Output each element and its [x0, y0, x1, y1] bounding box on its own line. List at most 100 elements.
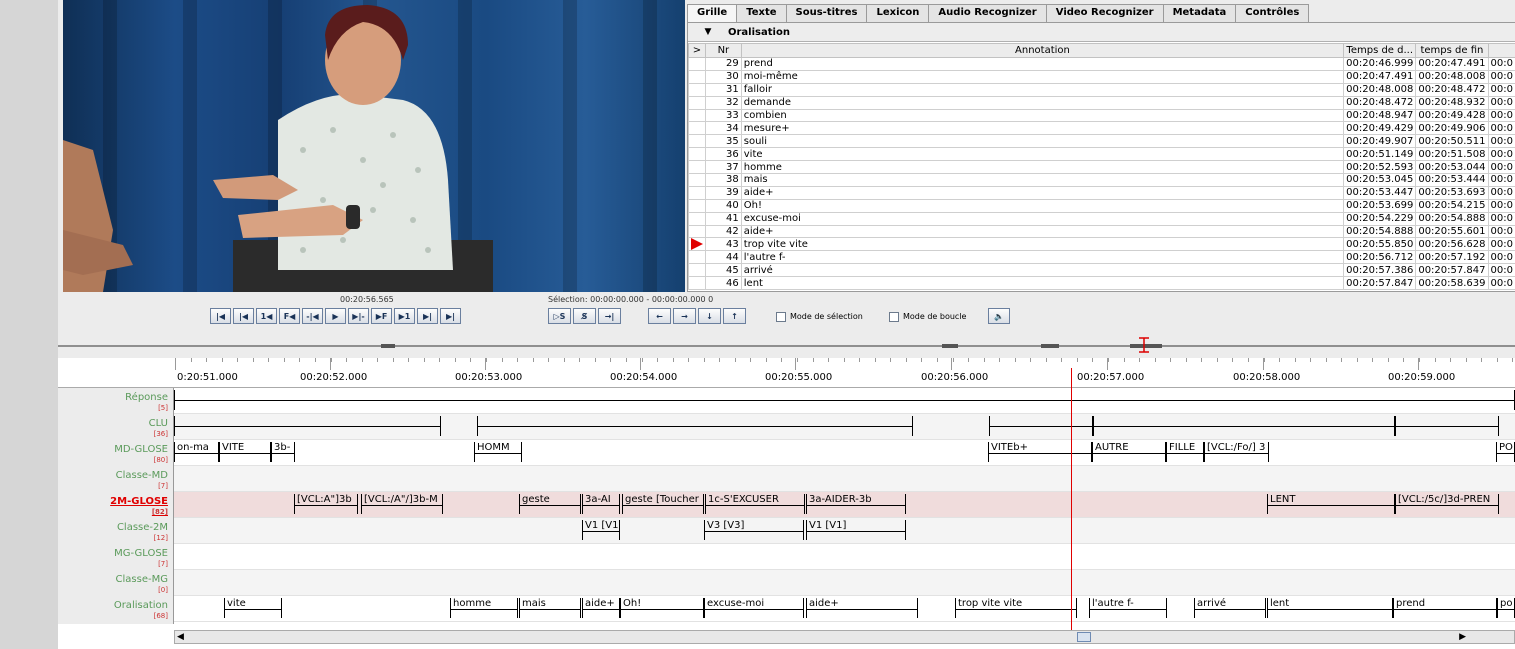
annotation-segment[interactable]: lent: [1267, 598, 1393, 618]
annotation-segment[interactable]: [VCL:/5c/]3d-PREN: [1395, 494, 1499, 514]
tier-row-classe-md[interactable]: [174, 466, 1515, 492]
annotation-segment[interactable]: [174, 390, 1515, 410]
tab-audio-recognizer[interactable]: Audio Recognizer: [928, 4, 1047, 22]
back-1s-button[interactable]: 1◀: [256, 308, 277, 324]
table-row[interactable]: 33 combien 00:20:48.947 00:20:49.428 00:0: [688, 108, 1515, 123]
annotation-segment[interactable]: [989, 416, 1093, 436]
tier-row-classe-mg[interactable]: [174, 570, 1515, 596]
annotation-segment[interactable]: [1093, 416, 1395, 436]
annotation-segment[interactable]: mais: [519, 598, 581, 618]
scroll-thumb[interactable]: [1077, 632, 1091, 642]
clear-selection-button[interactable]: S̸: [573, 308, 596, 324]
table-row[interactable]: 38 mais 00:20:53.045 00:20:53.444 00:0: [688, 173, 1515, 187]
table-row[interactable]: 34 mesure+ 00:20:49.429 00:20:49.906 00:0: [688, 121, 1515, 136]
scroll-right-icon[interactable]: ▶: [1459, 632, 1466, 642]
tier-row-md-glose[interactable]: on-ma VITE 3b- HOMM VITEb+ AUTRE FILLE [VCL:/Fo…: [174, 440, 1515, 466]
annotation-segment[interactable]: VITE: [219, 442, 271, 462]
tier-row-oralisation[interactable]: vite homme mais aide+ Oh! excuse-moi aide+ trop…: [174, 596, 1515, 622]
tab-controles[interactable]: Contrôles: [1235, 4, 1310, 22]
tier-selector[interactable]: ▼ Oralisation: [688, 23, 1515, 42]
previous-frame-button[interactable]: |◀: [233, 308, 254, 324]
annotation-segment[interactable]: arrivé: [1194, 598, 1266, 618]
mode-boucle-checkbox[interactable]: [889, 312, 899, 322]
table-row[interactable]: 44 l'autre f- 00:20:56.712 00:20:57.192 00:0: [688, 250, 1515, 265]
volume-icon[interactable]: 🔈: [988, 308, 1010, 324]
annotation-segment[interactable]: geste: [519, 494, 581, 514]
play-button[interactable]: ▶: [325, 308, 346, 324]
tab-lexicon[interactable]: Lexicon: [866, 4, 930, 22]
tab-grille[interactable]: Grille: [687, 4, 738, 23]
selection-end-button[interactable]: →|: [598, 308, 621, 324]
tab-metadata[interactable]: Metadata: [1162, 4, 1237, 22]
playhead-marker-icon[interactable]: [1137, 337, 1151, 353]
timeline-overview[interactable]: [58, 334, 1515, 356]
annotation-segment[interactable]: [VCL:/Fo/] 3: [1204, 442, 1269, 462]
go-to-begin-button[interactable]: |◀: [210, 308, 231, 324]
tier-row-classe-2m[interactable]: V1 [V1 V3 [V3] V1 [V1]: [174, 518, 1515, 544]
table-row[interactable]: 45 arrivé 00:20:57.386 00:20:57.847 00:0: [688, 263, 1515, 278]
annotation-segment[interactable]: 3a-AIDER-3b: [806, 494, 906, 514]
tab-video-recognizer[interactable]: Video Recognizer: [1045, 4, 1164, 22]
col-end[interactable]: temps de fin: [1415, 43, 1489, 58]
table-row[interactable]: 35 souli 00:20:49.907 00:20:50.511 00:0: [688, 134, 1515, 149]
annotation-segment[interactable]: vite: [224, 598, 282, 618]
scroll-left-icon[interactable]: ◀: [177, 632, 184, 642]
tier-name-classe-md[interactable]: Classe-MD [7]: [116, 470, 168, 492]
annotation-segment[interactable]: Oh!: [620, 598, 704, 618]
previous-pixel-button[interactable]: -|◀: [302, 308, 323, 324]
annotation-segment[interactable]: PO: [1496, 442, 1515, 462]
tier-row-mg-glose[interactable]: [174, 544, 1515, 570]
annotation-segment[interactable]: [1395, 416, 1499, 436]
table-row[interactable]: 41 excuse-moi 00:20:54.229 00:20:54.888 00:0: [688, 211, 1515, 226]
horizontal-scrollbar[interactable]: ◀ ▶: [174, 630, 1515, 644]
annotation-segment[interactable]: aide+: [806, 598, 918, 618]
left-arrow-button[interactable]: ←: [648, 308, 671, 324]
next-pixel-button[interactable]: ▶|-: [348, 308, 369, 324]
table-row[interactable]: 30 moi-même 00:20:47.491 00:20:48.008 00:0: [688, 69, 1515, 84]
tier-name-mg-glose[interactable]: MG-GLOSE [7]: [114, 548, 168, 570]
table-row[interactable]: 36 vite 00:20:51.149 00:20:51.508 00:0: [688, 147, 1515, 162]
table-row[interactable]: 39 aide+ 00:20:53.447 00:20:53.693 00:0: [688, 185, 1515, 200]
tier-name-classe-2m[interactable]: Classe-2M [12]: [117, 522, 168, 544]
up-arrow-button[interactable]: ↑: [723, 308, 746, 324]
table-row[interactable]: 40 Oh! 00:20:53.699 00:20:54.215 00:0: [688, 198, 1515, 213]
table-row[interactable]: 37 homme 00:20:52.593 00:20:53.044 00:0: [688, 160, 1515, 175]
annotation-segment[interactable]: FILLE: [1166, 442, 1204, 462]
annotation-segment[interactable]: 3a-AI: [582, 494, 620, 514]
annotation-segment[interactable]: l'autre f-: [1089, 598, 1167, 618]
col-nr[interactable]: Nr: [705, 43, 742, 58]
annotation-segment[interactable]: homme: [450, 598, 518, 618]
annotation-segment[interactable]: trop vite vite: [955, 598, 1077, 618]
annotation-segment[interactable]: aide+: [582, 598, 620, 618]
tier-name-classe-mg[interactable]: Classe-MG [0]: [116, 574, 168, 596]
col-begin[interactable]: Temps de d...: [1343, 43, 1417, 58]
tier-name-réponse[interactable]: Réponse [5]: [125, 392, 168, 414]
go-to-end-button[interactable]: ▶|: [440, 308, 461, 324]
annotation-segment[interactable]: [VCL:/A"/]3b-M: [361, 494, 443, 514]
table-row[interactable]: 46 lent 00:20:57.847 00:20:58.639 00:0: [688, 276, 1515, 291]
annotation-segment[interactable]: V1 [V1: [582, 520, 620, 540]
timeline-viewer[interactable]: 0:20:51.000 00:20:52.000 00:20:53.000 00:20…: [58, 358, 1515, 649]
table-row[interactable]: 29 prend 00:20:46.999 00:20:47.491 00:0: [688, 57, 1515, 71]
table-row[interactable]: 43 trop vite vite 00:20:55.850 00:20:56.628…: [688, 237, 1515, 252]
table-row[interactable]: 42 aide+ 00:20:54.888 00:20:55.601 00:0: [688, 224, 1515, 239]
tier-name-md-glose[interactable]: MD-GLOSE [80]: [114, 444, 168, 466]
forward-1s-button[interactable]: ▶1: [394, 308, 415, 324]
annotation-segment[interactable]: po: [1497, 598, 1515, 618]
tier-name-2m-glose[interactable]: 2M-GLOSE [82]: [110, 496, 168, 518]
tab-sous-titres[interactable]: Sous-titres: [785, 4, 868, 22]
annotation-segment[interactable]: geste [Toucher: [622, 494, 704, 514]
next-frame-button[interactable]: ▶|: [417, 308, 438, 324]
table-row[interactable]: 31 falloir 00:20:48.008 00:20:48.472 00:0: [688, 82, 1515, 97]
play-selection-button[interactable]: ▷S: [548, 308, 571, 324]
annotation-segment[interactable]: AUTRE: [1092, 442, 1166, 462]
annotation-segment[interactable]: V1 [V1]: [806, 520, 906, 540]
back-f-button[interactable]: F◀: [279, 308, 300, 324]
tier-name-oralisation[interactable]: Oralisation [68]: [114, 600, 168, 622]
video-viewer[interactable]: [63, 0, 685, 292]
annotation-segment[interactable]: HOMM: [474, 442, 522, 462]
annotation-segment[interactable]: [477, 416, 913, 436]
annotation-segment[interactable]: VITEb+: [988, 442, 1092, 462]
annotation-segment[interactable]: [VCL:A"]3b: [294, 494, 358, 514]
col-extra[interactable]: [1487, 43, 1515, 58]
